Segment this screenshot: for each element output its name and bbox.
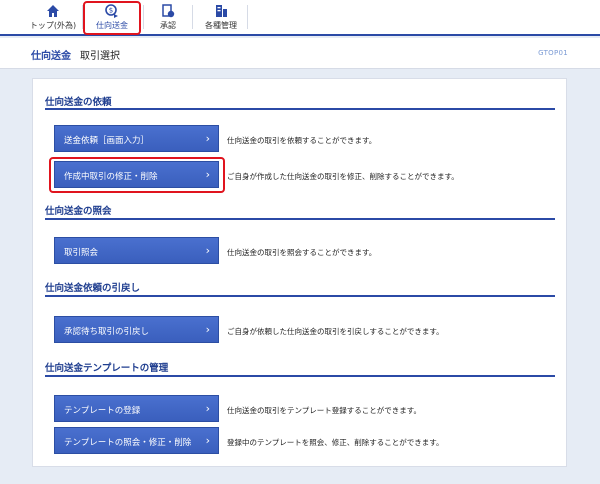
chevron-right-icon: › [205,323,210,336]
nav-item-top-label: トップ(外為) [29,21,77,30]
edit-draft-description: ご自身が作成した仕向送金の取引を修正、削除することができます。 [227,172,459,181]
section-title-template: 仕向送金テンプレートの管理 [45,363,169,374]
section-rule [45,295,555,297]
remittance-request-button[interactable]: 送金依頼［画面入力］ › [54,125,219,152]
nav-divider [143,5,144,29]
template-register-button[interactable]: テンプレートの登録 › [54,395,219,422]
chevron-right-icon: › [205,132,210,145]
top-nav: トップ(外為) $ 仕向送金 承認 各種管理 [0,0,600,36]
nav-item-management-label: 各種管理 [205,21,237,30]
transaction-inquiry-button[interactable]: 取引照会 › [54,237,219,264]
transaction-inquiry-button-label: 取引照会 [64,248,99,258]
nav-highlight-box [83,1,141,35]
management-icon [216,5,227,17]
remittance-request-description: 仕向送金の取引を依頼することができます。 [227,136,377,145]
template-manage-button-label: テンプレートの照会・修正・削除 [64,438,192,448]
template-register-description: 仕向送金の取引をテンプレート登録することができます。 [227,406,422,415]
remittance-request-button-label: 送金依頼［画面入力］ [64,136,150,146]
edit-draft-button-label: 作成中取引の修正・削除 [64,172,158,182]
transaction-inquiry-description: 仕向送金の取引を照会することができます。 [227,248,377,257]
nav-item-approval-label: 承認 [160,21,176,30]
section-title-inquiry: 仕向送金の照会 [45,206,112,217]
withdraw-pending-button-label: 承認待ち取引の引戻し [64,327,150,337]
page-section-title: 仕向送金 [31,51,71,62]
nav-item-management[interactable]: 各種管理 [199,2,243,34]
page-title: 取引選択 [80,51,120,62]
section-title-withdraw: 仕向送金依頼の引戻し [45,283,141,294]
nav-divider [247,5,248,29]
section-rule [45,375,555,377]
nav-item-approval[interactable]: 承認 [148,2,188,34]
nav-divider [192,5,193,29]
template-register-button-label: テンプレートの登録 [64,406,141,416]
nav-item-top[interactable]: トップ(外為) [28,2,78,34]
chevron-right-icon: › [205,434,210,447]
section-rule [45,108,555,110]
template-manage-description: 登録中のテンプレートを照会、修正、削除することができます。 [227,438,444,447]
section-title-request: 仕向送金の依頼 [45,97,112,108]
screen-code: GTOP01 [538,49,568,57]
edit-draft-button[interactable]: 作成中取引の修正・削除 › [54,161,219,188]
template-manage-button[interactable]: テンプレートの照会・修正・削除 › [54,427,219,454]
chevron-right-icon: › [205,402,210,415]
section-rule [45,218,555,220]
approval-icon [162,4,175,18]
chevron-right-icon: › [205,168,210,181]
withdraw-pending-description: ご自身が依頼した仕向送金の取引を引戻しすることができます。 [227,327,444,336]
page-header: 仕向送金 取引選択 GTOP01 [0,38,600,69]
withdraw-pending-button[interactable]: 承認待ち取引の引戻し › [54,316,219,343]
chevron-right-icon: › [205,244,210,257]
main-panel: 仕向送金の依頼 送金依頼［画面入力］ › 仕向送金の取引を依頼することができます… [32,78,567,467]
home-icon [47,5,59,17]
